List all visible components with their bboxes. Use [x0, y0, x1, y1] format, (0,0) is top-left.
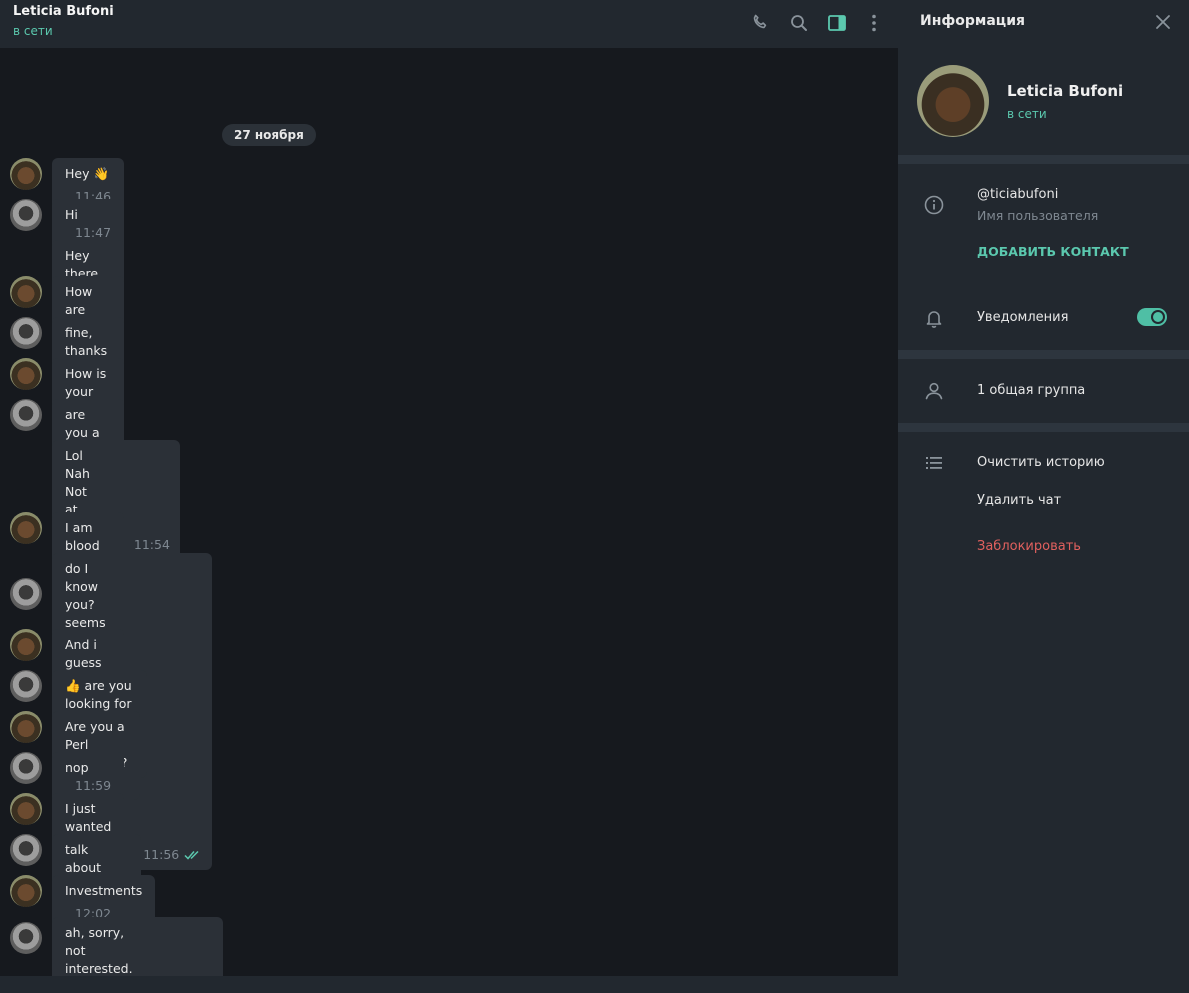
- avatar[interactable]: [10, 793, 42, 825]
- more-vertical-icon[interactable]: [862, 11, 886, 35]
- chat-header: Leticia Bufoni в сети: [0, 0, 898, 48]
- divider: [898, 350, 1189, 359]
- close-icon[interactable]: [1152, 11, 1174, 33]
- message-meta: 11:56: [143, 846, 202, 865]
- phone-icon[interactable]: [749, 11, 773, 35]
- profile-name: Leticia Bufoni: [1007, 82, 1124, 100]
- message-text: nop: [65, 760, 89, 775]
- message-time: 11:56: [143, 847, 180, 862]
- delete-chat-button[interactable]: Удалить чат: [977, 493, 1061, 508]
- date-separator: 27 ноября: [222, 124, 316, 146]
- username-label: Имя пользователя: [977, 208, 1099, 223]
- avatar[interactable]: [10, 317, 42, 349]
- avatar[interactable]: [10, 578, 42, 610]
- peer-name[interactable]: Leticia Bufoni: [13, 4, 114, 19]
- message-time: 11:47: [75, 225, 112, 240]
- avatar[interactable]: [10, 358, 42, 390]
- profile-status: в сети: [1007, 107, 1047, 121]
- message-text: fine, thanks: [65, 325, 108, 358]
- bell-icon: [922, 306, 946, 330]
- info-icon: [922, 193, 946, 217]
- info-panel-title: Информация: [920, 13, 1025, 29]
- common-groups-item[interactable]: 1 общая группа: [977, 383, 1085, 398]
- message-time: 11:54: [133, 537, 170, 552]
- block-user-button[interactable]: Заблокировать: [977, 539, 1081, 554]
- message-text: Hi: [65, 207, 78, 222]
- add-contact-button[interactable]: ДОБАВИТЬ КОНТАКТ: [977, 244, 1129, 259]
- avatar[interactable]: [10, 276, 42, 308]
- avatar[interactable]: [10, 512, 42, 544]
- divider: [898, 155, 1189, 164]
- user-icon: [922, 379, 946, 403]
- search-icon[interactable]: [787, 11, 811, 35]
- clear-history-button[interactable]: Очистить историю: [977, 455, 1105, 470]
- avatar[interactable]: [10, 158, 42, 190]
- notifications-toggle[interactable]: [1137, 308, 1167, 326]
- compose-bar[interactable]: [0, 976, 898, 993]
- list-icon: [922, 451, 946, 475]
- info-panel: Информация Leticia Bufoni в сети @ticiab…: [898, 0, 1189, 993]
- avatar[interactable]: [10, 711, 42, 743]
- message-text: Hey 👋: [65, 166, 110, 181]
- message-meta: 11:54: [134, 536, 170, 554]
- avatar[interactable]: [10, 834, 42, 866]
- message-time: 11:59: [75, 778, 112, 793]
- profile-avatar[interactable]: [917, 65, 989, 137]
- avatar[interactable]: [10, 199, 42, 231]
- avatar[interactable]: [10, 752, 42, 784]
- avatar[interactable]: [10, 875, 42, 907]
- chat-area: Leticia Bufoni в сети 27 ноября Hey 👋 11:…: [0, 0, 898, 993]
- message-list[interactable]: 27 ноября Hey 👋11:46Hi11:47Hey there Ale…: [0, 48, 898, 993]
- avatar[interactable]: [10, 399, 42, 431]
- username-value[interactable]: @ticiabufoni: [977, 187, 1058, 202]
- double-check-icon: [184, 847, 202, 865]
- message-text: Investments: [65, 883, 143, 898]
- avatar[interactable]: [10, 629, 42, 661]
- peer-status: в сети: [13, 24, 53, 38]
- divider: [898, 423, 1189, 432]
- notifications-label: Уведомления: [977, 310, 1069, 325]
- side-panel-icon[interactable]: [825, 11, 849, 35]
- avatar[interactable]: [10, 922, 42, 954]
- avatar[interactable]: [10, 670, 42, 702]
